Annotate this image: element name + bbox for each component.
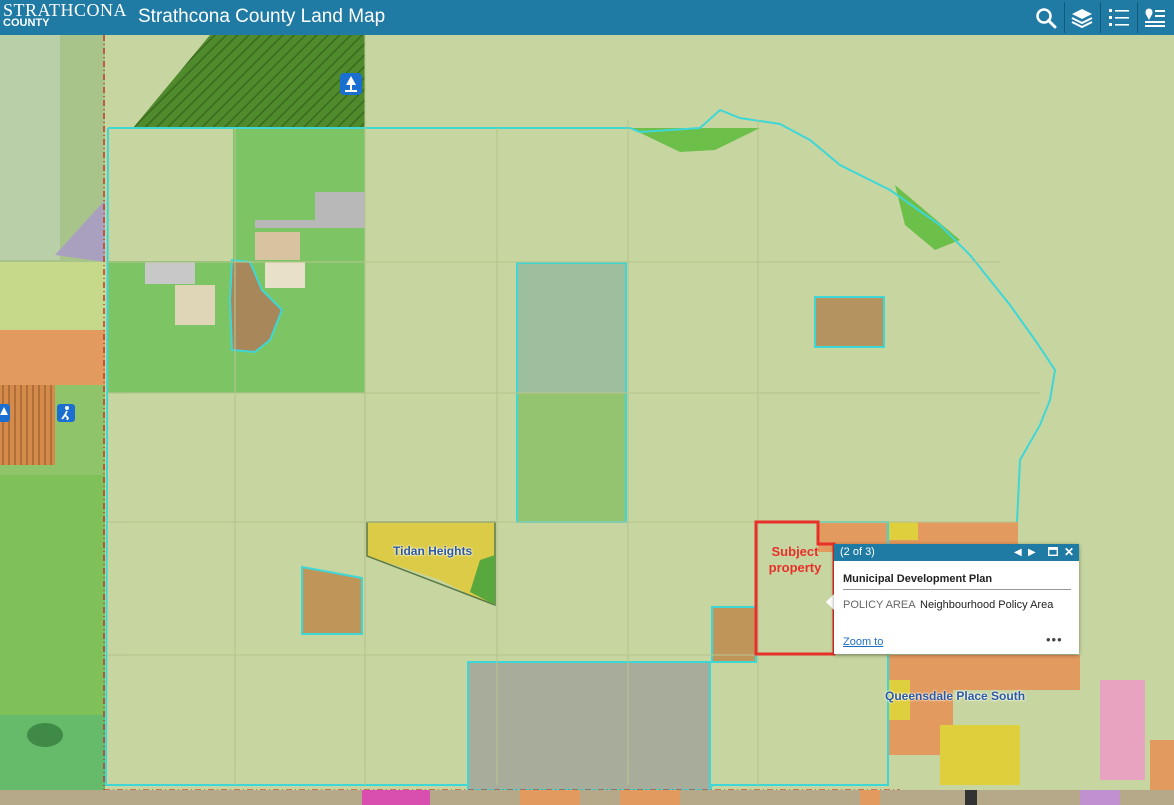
more-actions-button[interactable]: •••	[1046, 632, 1063, 647]
legend-button[interactable]	[1104, 3, 1134, 32]
strathcona-county-logo[interactable]: STRATHCONA COUNTY	[3, 1, 129, 33]
popup-divider	[843, 589, 1071, 590]
search-button[interactable]	[1031, 3, 1061, 32]
popup-title: Municipal Development Plan	[843, 573, 993, 585]
map-view[interactable]: Tidan Heights Queensdale Place South	[0, 35, 1174, 805]
app-title: Strathcona County Land Map	[138, 6, 386, 27]
basemap-button[interactable]	[1140, 3, 1170, 32]
layers-icon	[1071, 8, 1093, 28]
popup-titlebar: (2 of 3) ◀ ▶ ✕	[834, 544, 1079, 561]
next-feature-icon[interactable]: ▶	[1028, 545, 1036, 560]
park-icon[interactable]	[339, 72, 363, 96]
popup-field-value: Neighbourhood Policy Area	[920, 599, 1054, 611]
map-label-queensdale: Queensdale Place South	[885, 689, 1026, 703]
legend-icon	[1109, 8, 1129, 26]
header-divider	[1137, 2, 1138, 33]
header-divider	[1064, 2, 1065, 33]
header-divider	[1100, 2, 1101, 33]
search-icon	[1036, 7, 1057, 28]
zoom-to-link[interactable]: Zoom to	[843, 636, 883, 648]
popup-field-label: POLICY AREA	[843, 599, 916, 611]
subject-property-label: Subject property	[768, 544, 822, 575]
close-icon[interactable]: ✕	[1064, 545, 1074, 560]
popup-pointer	[826, 594, 834, 610]
app-header: STRATHCONA COUNTY Strathcona County Land…	[0, 0, 1174, 35]
map-label-tidan-heights: Tidan Heights	[393, 544, 473, 558]
popup-count: (2 of 3)	[840, 546, 875, 558]
basemap-icon	[1145, 8, 1165, 27]
park-icon-partial[interactable]	[0, 403, 12, 423]
previous-feature-icon[interactable]: ◀	[1014, 545, 1022, 560]
feature-popup: (2 of 3) ◀ ▶ ✕ Municipal Development Pla…	[834, 544, 1079, 654]
hiking-icon[interactable]	[56, 403, 76, 423]
layers-button[interactable]	[1067, 3, 1097, 32]
maximize-icon[interactable]	[1047, 545, 1059, 560]
